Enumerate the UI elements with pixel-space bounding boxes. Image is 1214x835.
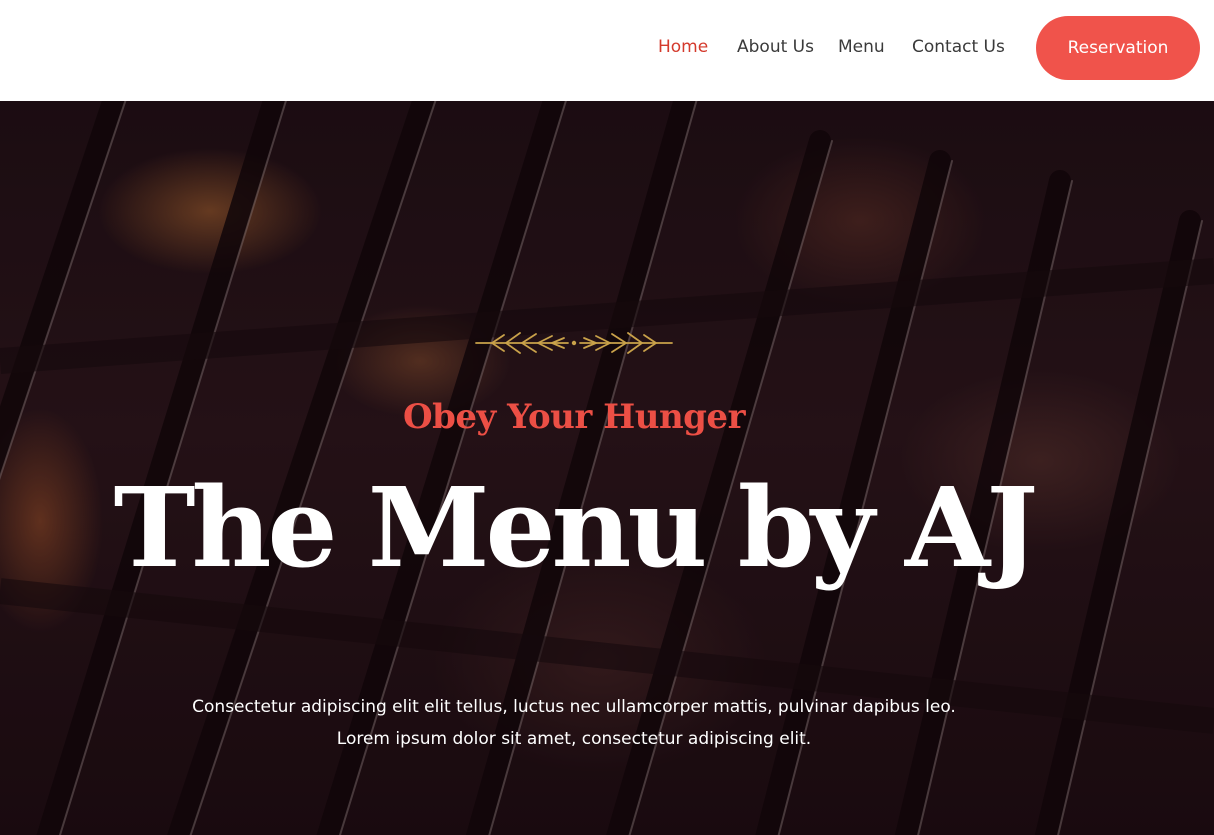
reservation-button[interactable]: Reservation — [1036, 16, 1200, 80]
nav-link-home[interactable]: Home — [658, 37, 708, 57]
site-header: Home About Us Menu Contact Us Reservatio… — [0, 0, 1214, 101]
hero-section: Obey Your Hunger The Menu by AJ Consecte… — [0, 101, 1214, 835]
nav-link-contact-us[interactable]: Contact Us — [912, 37, 1005, 57]
hero-subtitle: Obey Your Hunger — [403, 397, 745, 437]
wheat-branches-ornament-icon — [475, 332, 673, 354]
hero-description: Consectetur adipiscing elit elit tellus,… — [192, 697, 956, 749]
hero-title: The Menu by AJ — [113, 463, 1039, 592]
nav-link-menu[interactable]: Menu — [838, 37, 885, 57]
nav-link-about-us[interactable]: About Us — [737, 37, 814, 57]
